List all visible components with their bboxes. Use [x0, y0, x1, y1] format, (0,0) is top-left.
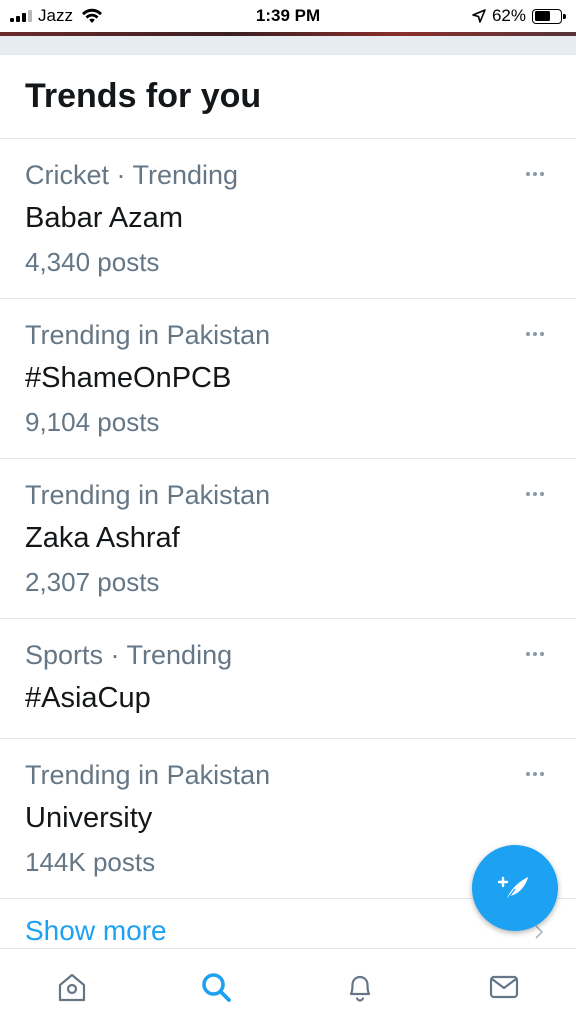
more-options-icon[interactable]: [522, 328, 548, 340]
bottom-tab-bar: [0, 948, 576, 1024]
trend-post-count: 9,104 posts: [25, 407, 160, 437]
trend-name: University: [25, 802, 153, 834]
trends-card: Trends for you Cricket · Trending Babar …: [0, 54, 576, 948]
section-divider: [0, 36, 576, 54]
trends-title: Trends for you: [0, 55, 576, 139]
messages-tab[interactable]: [432, 949, 576, 1024]
trend-context: Trending in Pakistan: [25, 320, 271, 350]
trend-context: Trending in Pakistan: [25, 760, 271, 790]
location-arrow-icon: [472, 9, 486, 23]
trend-post-count: 144K posts: [25, 847, 156, 877]
trend-item[interactable]: Trending in Pakistan Zaka Ashraf 2,307 p…: [0, 459, 576, 619]
trend-post-count: 2,307 posts: [25, 567, 160, 597]
more-options-icon[interactable]: [522, 168, 548, 180]
status-right: 62%: [472, 6, 566, 26]
status-bar: Jazz 1:39 PM 62%: [0, 0, 576, 32]
trend-item[interactable]: Sports · Trending #AsiaCup: [0, 619, 576, 739]
trend-context: Sports · Trending: [25, 640, 233, 670]
search-icon: [202, 972, 231, 1002]
trend-name: #ShameOnPCB: [25, 362, 232, 394]
show-more-label: Show more: [25, 915, 167, 946]
more-options-icon[interactable]: [522, 488, 548, 500]
more-options-icon[interactable]: [522, 648, 548, 660]
trend-name: Zaka Ashraf: [25, 522, 180, 554]
compose-tweet-button[interactable]: [472, 845, 558, 931]
trend-name: Babar Azam: [25, 202, 183, 234]
trend-item[interactable]: Cricket · Trending Babar Azam 4,340 post…: [0, 139, 576, 299]
bell-icon: [349, 975, 371, 1002]
trend-post-count: 4,340 posts: [25, 247, 160, 277]
trend-context: Trending in Pakistan: [25, 480, 271, 510]
chevron-right-icon: [535, 925, 544, 939]
trend-name: #AsiaCup: [25, 682, 151, 714]
mail-icon: [489, 975, 519, 998]
battery-icon: [532, 8, 566, 24]
battery-level: [534, 11, 550, 21]
home-icon: [58, 973, 86, 1001]
battery-percent: 62%: [491, 6, 526, 25]
trend-item[interactable]: Trending in Pakistan #ShameOnPCB 9,104 p…: [0, 299, 576, 459]
search-tab[interactable]: [144, 949, 288, 1024]
compose-feather-icon: [497, 876, 528, 902]
more-options-icon[interactable]: [522, 768, 548, 780]
notifications-tab[interactable]: [288, 949, 432, 1024]
trend-context: Cricket · Trending: [25, 160, 239, 190]
home-tab[interactable]: [0, 949, 144, 1024]
